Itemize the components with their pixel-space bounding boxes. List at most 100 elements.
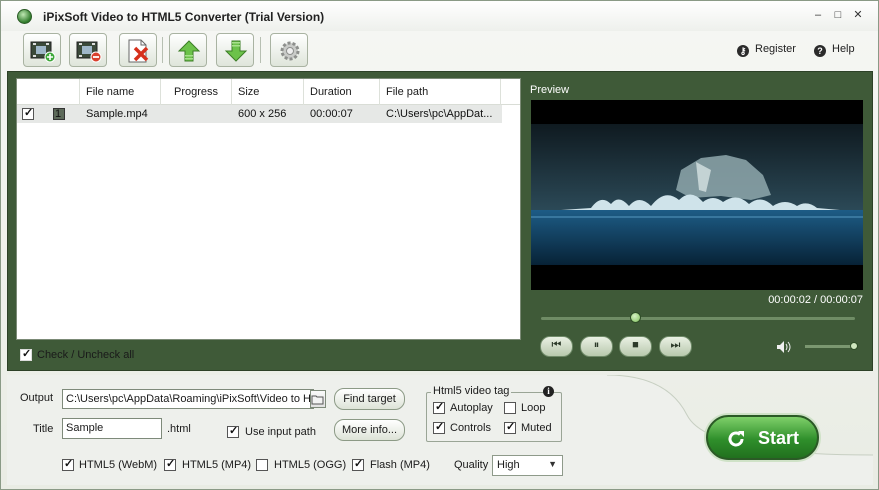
convert-refresh-icon bbox=[728, 431, 744, 447]
start-label: Start bbox=[758, 428, 800, 448]
html-extension-label: .html bbox=[167, 423, 191, 435]
move-up-button[interactable] bbox=[169, 33, 207, 67]
file-list[interactable]: File name Progress Size Duration File pa… bbox=[16, 78, 521, 340]
main-panel: File name Progress Size Duration File pa… bbox=[7, 71, 873, 371]
app-window: iPixSoft Video to HTML5 Converter (Trial… bbox=[0, 0, 879, 490]
seek-handle[interactable] bbox=[630, 312, 642, 323]
controls-checkbox[interactable] bbox=[433, 420, 445, 434]
column-separator bbox=[379, 79, 380, 105]
info-icon[interactable]: i bbox=[543, 386, 554, 397]
previous-button[interactable]: ⏮ bbox=[540, 336, 573, 357]
title-label: Title bbox=[33, 423, 54, 435]
register-link[interactable]: ⚷ Register bbox=[737, 43, 796, 57]
quality-value: High bbox=[497, 459, 520, 471]
row-file-name: Sample.mp4 bbox=[86, 108, 148, 120]
column-duration[interactable]: Duration bbox=[310, 86, 352, 98]
help-link[interactable]: ? Help bbox=[814, 43, 855, 57]
stop-button[interactable]: ■ bbox=[619, 336, 652, 357]
title-bar: iPixSoft Video to HTML5 Converter (Trial… bbox=[1, 1, 878, 31]
seek-bar[interactable] bbox=[541, 317, 855, 320]
add-video-icon bbox=[30, 41, 56, 63]
next-button[interactable]: ⏭ bbox=[659, 336, 692, 357]
title-field[interactable]: Sample bbox=[62, 418, 162, 439]
video-preview bbox=[531, 100, 863, 290]
format-html5-webm-checkbox[interactable] bbox=[62, 457, 74, 471]
row-file-path: C:\Users\pc\AppDat... bbox=[386, 108, 493, 120]
browse-folder-button[interactable] bbox=[310, 390, 326, 408]
row-index: 1 bbox=[55, 108, 62, 120]
minimize-button[interactable]: – bbox=[811, 8, 825, 22]
use-input-path-label: Use input path bbox=[245, 426, 316, 438]
column-progress[interactable]: Progress bbox=[174, 86, 218, 98]
find-target-button[interactable]: Find target bbox=[334, 388, 405, 410]
start-button[interactable]: Start bbox=[706, 415, 819, 460]
loop-label: Loop bbox=[521, 402, 546, 414]
app-logo-icon bbox=[17, 9, 32, 24]
remove-video-icon bbox=[76, 41, 102, 63]
pause-icon: ⏸ bbox=[593, 339, 600, 351]
maximize-button[interactable]: □ bbox=[831, 8, 845, 22]
row-size: 600 x 256 bbox=[238, 108, 287, 120]
column-separator bbox=[160, 79, 161, 105]
volume-slider[interactable] bbox=[805, 345, 855, 348]
controls-label: Controls bbox=[450, 422, 491, 434]
format-flash-mp4-label: Flash (MP4) bbox=[370, 459, 430, 471]
table-row[interactable]: 1 Sample.mp4 600 x 256 00:00:07 C:\Users… bbox=[17, 105, 502, 123]
muted-checkbox[interactable] bbox=[504, 420, 516, 434]
format-flash-mp4-checkbox[interactable] bbox=[352, 457, 364, 471]
html5-video-tag-title: Html5 video tag bbox=[431, 385, 512, 397]
window-title: iPixSoft Video to HTML5 Converter (Trial… bbox=[43, 10, 325, 24]
previous-icon: ⏮ bbox=[551, 339, 562, 351]
quality-label: Quality bbox=[454, 459, 489, 471]
format-html5-webm-label: HTML5 (WebM) bbox=[79, 459, 158, 471]
loop-checkbox[interactable] bbox=[504, 402, 516, 414]
autoplay-label: Autoplay bbox=[450, 402, 493, 414]
column-size[interactable]: Size bbox=[238, 86, 259, 98]
next-icon: ⏭ bbox=[670, 339, 681, 351]
use-input-path-checkbox[interactable] bbox=[227, 424, 239, 438]
format-html5-ogg-checkbox[interactable] bbox=[256, 459, 268, 471]
quality-select[interactable]: High ▼ bbox=[492, 455, 563, 476]
move-down-icon bbox=[224, 40, 248, 62]
key-icon: ⚷ bbox=[737, 45, 749, 57]
column-separator bbox=[79, 79, 80, 105]
column-separator bbox=[500, 79, 501, 105]
toolbar-separator bbox=[260, 37, 261, 63]
clear-list-icon bbox=[128, 39, 149, 63]
pause-button[interactable]: ⏸ bbox=[580, 336, 613, 357]
column-file-name[interactable]: File name bbox=[86, 86, 134, 98]
video-frame-image bbox=[531, 100, 863, 290]
stop-icon: ■ bbox=[632, 339, 639, 351]
help-icon: ? bbox=[814, 45, 826, 57]
chevron-down-icon: ▼ bbox=[548, 459, 557, 469]
clear-list-button[interactable] bbox=[119, 33, 157, 67]
output-label: Output bbox=[20, 392, 54, 404]
format-html5-mp4-label: HTML5 (MP4) bbox=[182, 459, 252, 471]
toolbar bbox=[19, 31, 319, 69]
format-html5-mp4-checkbox[interactable] bbox=[164, 457, 176, 471]
row-checkbox[interactable] bbox=[22, 106, 34, 120]
format-html5-ogg-label: HTML5 (OGG) bbox=[274, 459, 347, 471]
help-label: Help bbox=[832, 43, 855, 55]
close-button[interactable]: ✕ bbox=[851, 8, 865, 22]
volume-handle[interactable] bbox=[850, 342, 858, 350]
settings-button[interactable] bbox=[270, 33, 308, 67]
toolbar-separator bbox=[162, 37, 163, 63]
autoplay-checkbox[interactable] bbox=[433, 400, 445, 414]
html5-video-tag-group bbox=[426, 392, 562, 442]
add-video-button[interactable] bbox=[23, 33, 61, 67]
column-separator bbox=[231, 79, 232, 105]
column-separator bbox=[303, 79, 304, 105]
timecode: 00:00:02 / 00:00:07 bbox=[768, 294, 863, 306]
move-down-button[interactable] bbox=[216, 33, 254, 67]
check-all-label: Check / Uncheck all bbox=[37, 349, 135, 361]
more-info-button[interactable]: More info... bbox=[334, 419, 405, 441]
move-up-icon bbox=[177, 40, 201, 62]
output-path-field[interactable]: C:\Users\pc\AppData\Roaming\iPixSoft\Vid… bbox=[62, 389, 314, 409]
folder-icon bbox=[311, 395, 324, 405]
row-duration: 00:00:07 bbox=[310, 108, 353, 120]
volume-icon[interactable] bbox=[776, 340, 792, 354]
remove-video-button[interactable] bbox=[69, 33, 107, 67]
check-all-checkbox[interactable] bbox=[20, 347, 32, 361]
column-file-path[interactable]: File path bbox=[386, 86, 428, 98]
